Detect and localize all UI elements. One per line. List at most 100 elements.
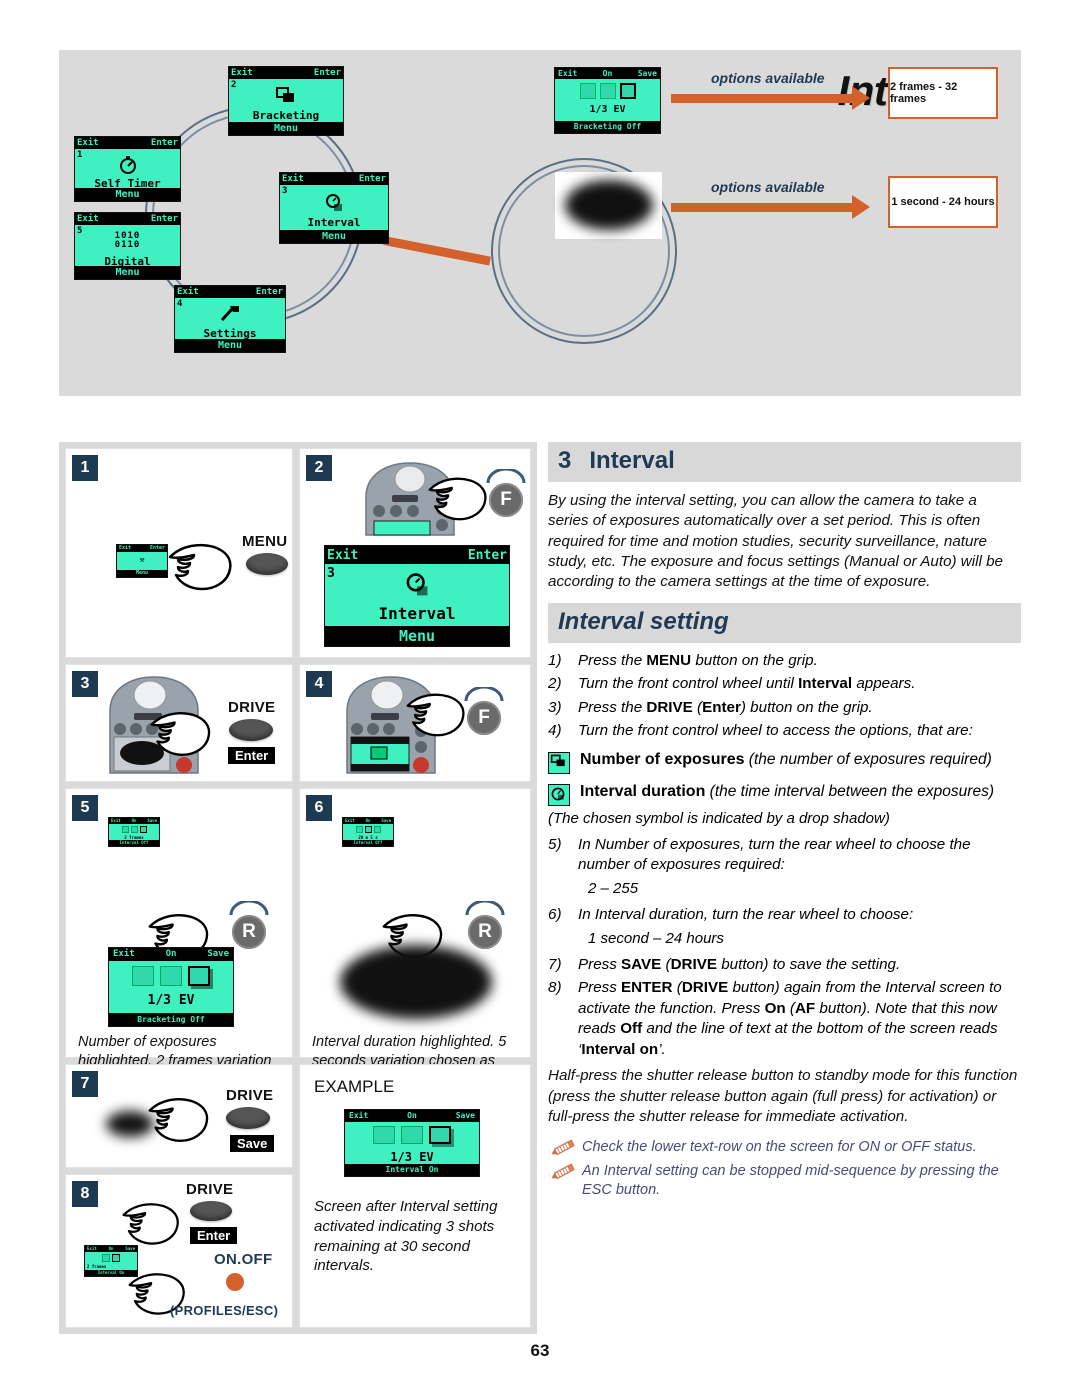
lcd-screen-settings: Exit Enter 4 Settings Menu [174,285,286,353]
lcd-value: 1/3 EV [390,1150,434,1164]
step-panel-2: 2 F Exit Enter 3 Interval Menu [299,448,531,658]
lcd-menu-label: Menu [398,626,436,645]
instruction-text: Turn the front control wheel to access t… [578,722,973,740]
lcd-menu-label: Menu [115,188,140,200]
self-timer-icon [75,155,180,178]
lcd-screen-detail-values: Exit On Save 1/3 EV Bracketing Off [554,67,661,134]
instruction-item: 4) Turn the front control wheel to access… [548,721,1021,742]
instruction-text: Press SAVE (DRIVE button) to save the se… [578,955,901,973]
drive-button-label: DRIVE [228,699,276,716]
drive-button[interactable] [229,719,273,741]
instruction-number: 2) [548,675,562,693]
section-number: 3 [558,447,572,474]
lcd-save-label: Save [637,68,657,78]
lcd-exit-label: Exit [349,1111,369,1120]
menu-button[interactable] [246,553,288,575]
step-panel-6: 6 Exit On Save 20 m 5 s Interval Off R Int… [299,788,531,1088]
step-badge: 3 [72,671,98,697]
instruction-text: In Number of exposures, turn the rear wh… [578,835,971,874]
menu-button-label: MENU [242,533,288,550]
lcd-title: Bracketing [252,109,320,122]
pencil-icon [550,1162,576,1188]
drive-button[interactable] [190,1201,232,1221]
closing-paragraph: Half-press the shutter release button to… [548,1067,1018,1126]
section-title: Interval [589,447,675,474]
interval-icon [280,193,388,216]
intro-paragraph: By using the interval setting, you can a… [548,492,1004,591]
rear-wheel-letter: R [478,921,492,942]
options-note: (The chosen symbol is indicated by a dro… [548,809,890,827]
front-wheel-indicator: F [467,701,501,735]
instruction-text: Press the MENU button on the grip. [578,651,818,669]
drive-button[interactable] [226,1107,270,1129]
tip-item: An Interval setting can be stopped mid-s… [548,1162,1021,1200]
lcd-on-label: On [407,1111,417,1120]
step-badge: 5 [72,795,98,821]
lcd-screen-blurred [555,172,662,239]
lcd-exit-label: Exit [177,286,199,297]
enter-chip-label: Enter [190,1227,238,1244]
instruction-number: 4) [548,722,562,740]
step-badge: 2 [306,455,332,481]
step-panels-container: 1 Exit Enter ⚒ Menu MENU 2 F Exit Enter … [59,442,537,1334]
interval-icon [325,572,509,602]
tip-item: Check the lower text-row on the screen f… [548,1138,1021,1157]
mini-lcd-screen: Exit On Save 20 m 5 s Interval Off [342,817,394,847]
instruction-number: 5) [548,835,562,853]
bracketing-icon [229,87,343,108]
lcd-value: 1/3 EV [589,104,626,115]
callout-label-2: options available [711,179,825,195]
step-badge: 6 [306,795,332,821]
example-title: EXAMPLE [314,1077,395,1096]
lcd-menu-label: Menu [321,230,347,242]
callout-arrow-2 [671,203,854,212]
front-wheel-letter: F [500,489,512,510]
subsection-heading: Interval setting [548,602,1021,643]
lcd-on-label: On [602,68,613,78]
step-panel-8: 8 DRIVE Enter Exit On Save 2 frames Interv… [65,1174,293,1328]
instruction-list-1: 1) Press the MENU button on the grip. 2) Tu… [548,651,1021,742]
instruction-number: 1) [548,651,562,669]
instruction-subvalue: 2 – 255 [588,879,639,897]
lcd-exit-label: Exit [77,213,99,224]
instruction-item: 5) In Number of exposures, turn the rear … [548,835,1021,899]
lcd-enter-label: Enter [358,173,386,184]
lcd-option-icons [555,83,660,99]
pointing-hand-icon [122,1203,179,1245]
step-panel-3: 3 DRIVE Enter [65,664,293,782]
number-of-exposures-icon [548,751,570,774]
lcd-enter-label: Enter [467,547,507,563]
instruction-text: Press ENTER (DRIVE button) again from th… [578,979,1002,1058]
lcd-screen-interval: Exit Enter 3 Interval Menu [279,172,389,244]
pencil-icon [550,1138,576,1164]
lcd-status-label: Bracketing Off [573,122,642,131]
option-row: Number of exposures (the number of expos… [548,750,1021,774]
instruction-number: 8) [548,979,562,997]
instruction-number: 3) [548,698,562,716]
on-off-button[interactable] [226,1273,244,1291]
step-badge: 1 [72,455,98,481]
front-wheel-letter: F [478,707,490,728]
lcd-title: Interval [307,216,361,229]
section-heading: 3 Interval [548,442,1021,482]
callout-value-1: 2 frames - 32 frames [890,81,958,105]
instruction-item: 6) In Interval duration, turn the rear wh… [548,905,1021,949]
step-badge: 7 [72,1071,98,1097]
instruction-item: 8) Press ENTER (DRIVE button) again from … [548,978,1021,1060]
callout-label-1: options available [711,70,825,86]
lcd-exit-label: Exit [231,67,253,78]
lcd-screen-bracketing: Exit Enter 2 Bracketing Menu [228,66,344,136]
step-panel-1: 1 Exit Enter ⚒ Menu MENU [65,448,293,658]
step-panel-7: 7 DRIVE Save [65,1064,293,1168]
mini-lcd-screen: Exit Enter ⚒ Menu [116,544,168,578]
step-badge: 4 [306,671,332,697]
rear-wheel-indicator: R [232,915,266,949]
instruction-list-2: 5) In Number of exposures, turn the rear … [548,835,1021,1061]
option-text: Number of exposures (the number of expos… [580,750,992,768]
top-diagram-panel: Interval Exit Enter 2 Bracketing Menu Ex… [59,50,1021,396]
callout-arrowhead-2 [852,195,870,219]
instruction-number: 7) [548,955,562,973]
instruction-item: 1) Press the MENU button on the grip. [548,651,1021,672]
interval-duration-icon [548,783,570,806]
instruction-item: 2) Turn the front control wheel until Int… [548,674,1021,695]
